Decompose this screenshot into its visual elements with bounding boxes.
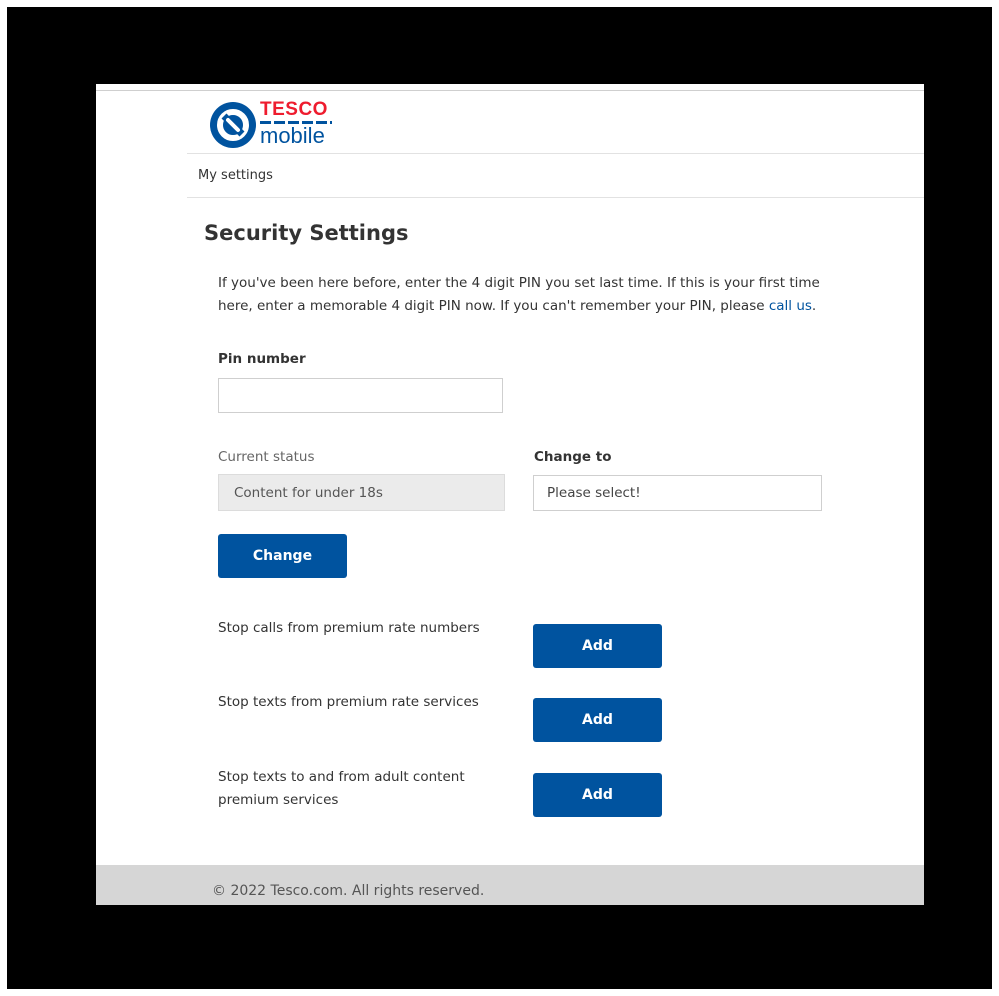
call-us-link[interactable]: call us: [769, 298, 812, 314]
footer-copyright: © 2022 Tesco.com. All rights reserved.: [212, 883, 485, 899]
option-label-premium-calls: Stop calls from premium rate numbers: [218, 620, 480, 636]
current-status-field: Content for under 18s: [218, 474, 505, 511]
add-premium-texts-button[interactable]: Add: [533, 698, 662, 742]
add-premium-calls-button[interactable]: Add: [533, 624, 662, 668]
option-label-premium-texts: Stop texts from premium rate services: [218, 694, 479, 710]
add-adult-content-button[interactable]: Add: [533, 773, 662, 817]
option-label-adult-content: Stop texts to and from adult content pre…: [218, 769, 465, 808]
footer: © 2022 Tesco.com. All rights reserved.: [96, 865, 924, 905]
nav-my-settings[interactable]: My settings: [198, 168, 273, 183]
change-to-label: Change to: [534, 449, 612, 465]
change-to-select[interactable]: Please select!: [533, 475, 822, 511]
web-page: TESCO mobile My settings Security Settin…: [96, 84, 924, 905]
header-divider: [187, 153, 924, 154]
pin-input[interactable]: [218, 378, 503, 413]
logo-tesco-text: TESCO: [260, 99, 328, 120]
logo-mobile-text: mobile: [260, 123, 325, 148]
nav-divider: [187, 197, 924, 198]
intro-end: .: [811, 298, 817, 314]
current-status-label: Current status: [218, 449, 315, 465]
tesco-mobile-logo-icon: [210, 102, 256, 148]
intro-body: If you've been here before, enter the 4 …: [218, 275, 820, 314]
change-button[interactable]: Change: [218, 534, 347, 578]
top-divider: [96, 90, 924, 91]
intro-text: If you've been here before, enter the 4 …: [218, 272, 830, 318]
page-title: Security Settings: [204, 221, 409, 245]
tesco-mobile-logo[interactable]: TESCO mobile: [210, 100, 340, 152]
pin-label: Pin number: [218, 351, 306, 367]
